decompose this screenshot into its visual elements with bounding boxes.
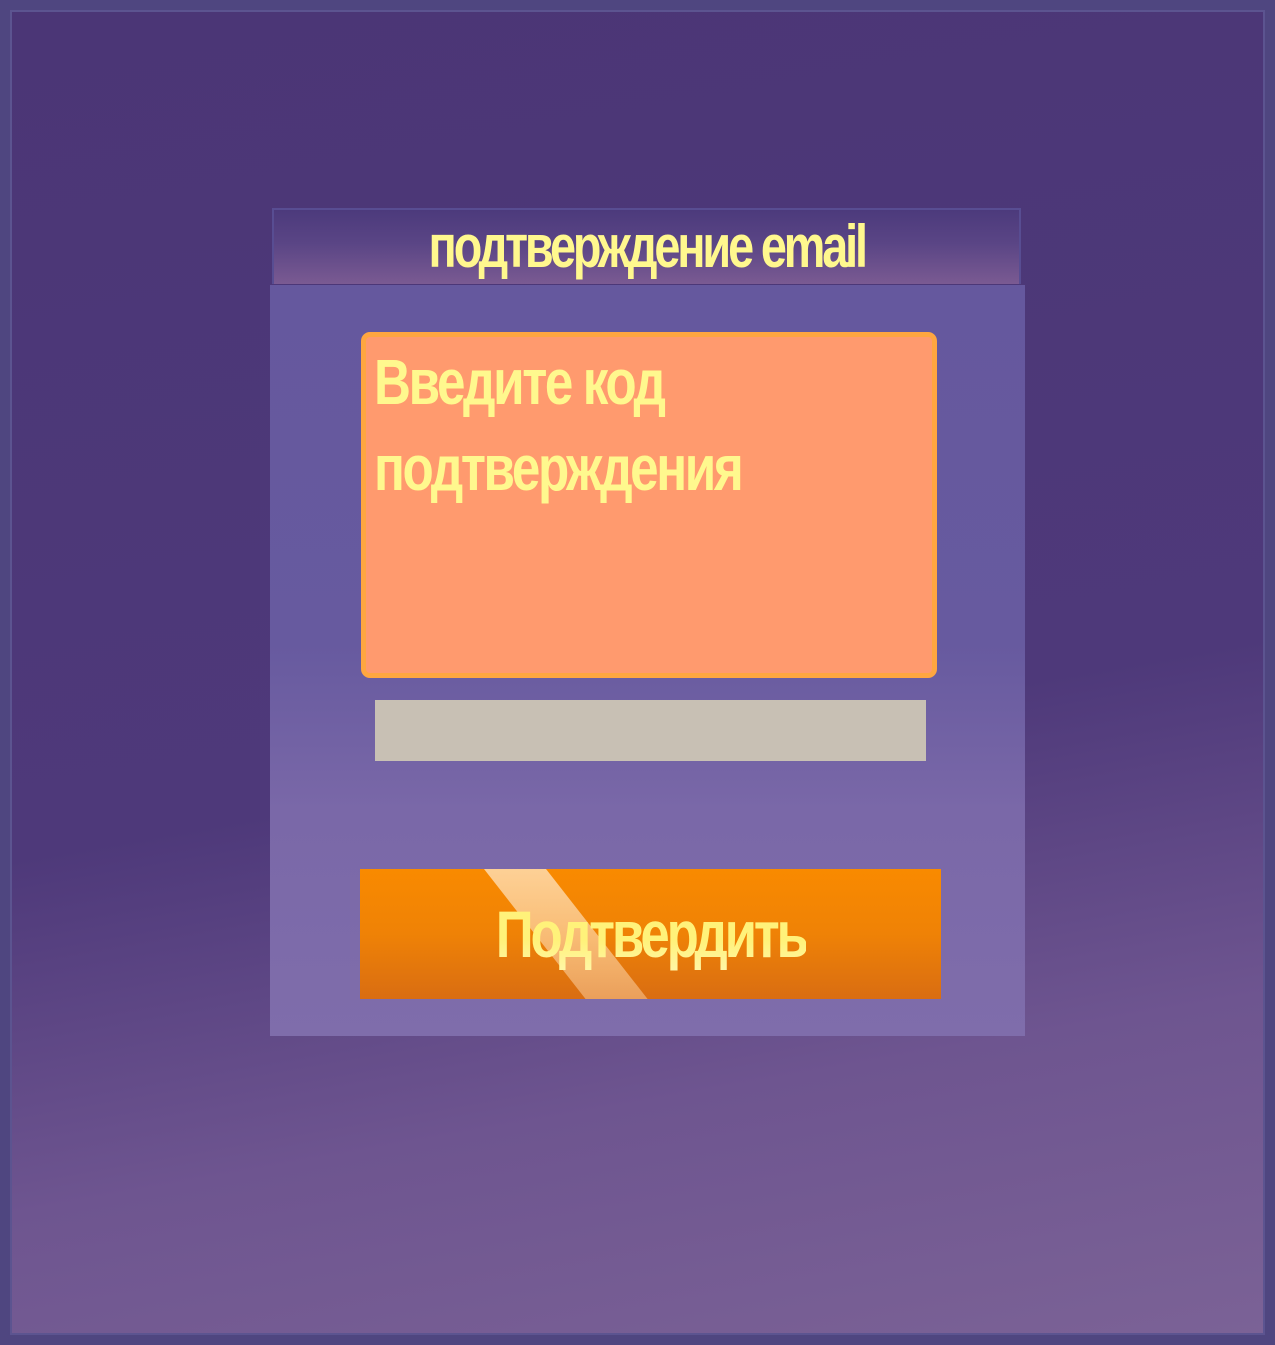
confirm-button-label: Подтвердить — [495, 869, 808, 999]
confirm-button[interactable]: Подтвердить — [360, 869, 941, 999]
message-box: Введите код подтверждения — [361, 332, 937, 678]
dialog-title: подтверждение email — [428, 213, 868, 280]
message-text: Введите код подтверждения — [374, 346, 744, 504]
confirmation-code-input[interactable] — [375, 700, 926, 761]
app-screen: подтверждение email Введите код подтверж… — [0, 0, 1275, 1345]
dialog-header: подтверждение email — [272, 208, 1021, 284]
dialog-panel: Введите код подтверждения Подтвердить — [270, 285, 1025, 1036]
